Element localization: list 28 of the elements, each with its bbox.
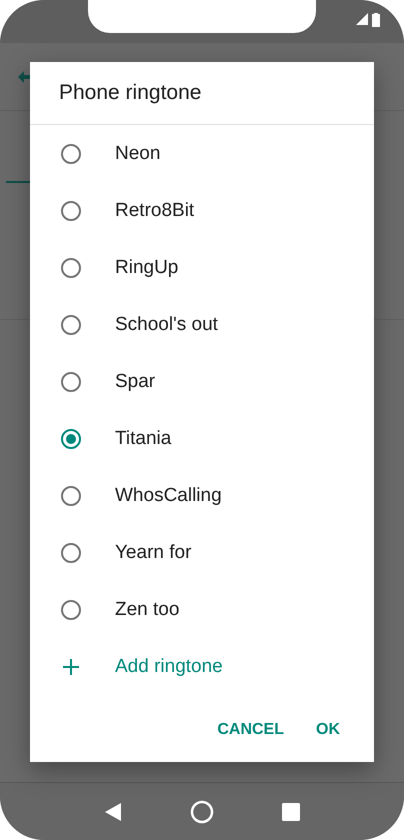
plus-icon[interactable] — [61, 656, 81, 676]
ringtone-option[interactable]: WhosCalling — [115, 484, 222, 507]
home-icon[interactable] — [190, 800, 214, 824]
dialog-button[interactable]: OK — [308, 713, 348, 748]
ringtone-option[interactable]: Retro8Bit — [115, 200, 194, 222]
add-ringtone-link[interactable]: Add ringtone — [115, 656, 223, 678]
radio-button[interactable] — [61, 428, 81, 449]
radio-button[interactable] — [61, 600, 81, 620]
ringtone-option[interactable]: Spar — [115, 370, 156, 393]
radio-button[interactable] — [61, 258, 81, 278]
dialog-button[interactable]: CANCEL — [209, 713, 292, 748]
back-icon[interactable] — [104, 802, 122, 822]
radio-button[interactable] — [61, 486, 81, 506]
radio-button[interactable] — [61, 314, 81, 335]
recents-icon[interactable] — [282, 802, 300, 820]
radio-button[interactable] — [61, 200, 81, 221]
ringtone-option[interactable]: Neon — [115, 142, 160, 165]
radio-button[interactable] — [61, 144, 81, 164]
ringtone-option[interactable]: Titania — [115, 428, 172, 450]
ringtone-option[interactable]: RingUp — [115, 256, 178, 279]
ringtone-option[interactable]: Zen too — [115, 598, 180, 621]
dialog-title: Phone ringtone — [59, 81, 202, 106]
ringtone-option[interactable]: Yearn for — [115, 542, 192, 564]
signal-icon — [356, 13, 368, 25]
radio-button[interactable] — [61, 542, 81, 563]
radio-button[interactable] — [61, 372, 81, 392]
ringtone-option[interactable]: School's out — [115, 314, 218, 336]
battery-icon — [372, 13, 380, 27]
